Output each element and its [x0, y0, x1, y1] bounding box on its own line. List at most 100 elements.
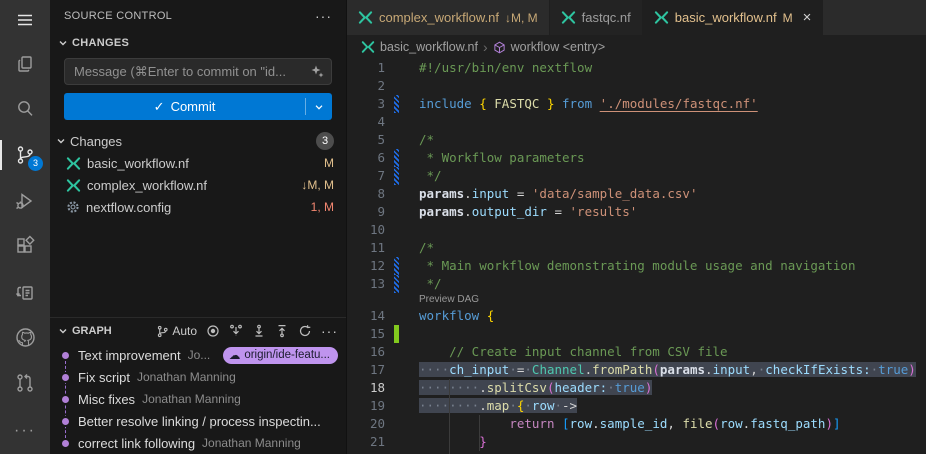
menu-icon[interactable] [0, 0, 50, 41]
code-line-11[interactable]: 11/* [347, 239, 926, 257]
line-number: 13 [347, 275, 385, 293]
code-line-20[interactable]: 20 return [row.sample_id, file(row.fastq… [347, 415, 926, 433]
sidebar-more-icon[interactable]: ··· [315, 8, 332, 24]
file-row-complex_workflow.nf[interactable]: complex_workflow.nf↓M, M [50, 174, 346, 196]
gutter [385, 131, 410, 149]
commit-dropdown-button[interactable] [306, 101, 332, 113]
tab-basic_workflow.nf[interactable]: basic_workflow.nfM× [643, 0, 824, 35]
refresh-icon[interactable] [298, 324, 312, 338]
activity-more-icon[interactable]: ··· [0, 408, 50, 454]
gutter [385, 149, 410, 167]
commit-button[interactable]: ✓ Commit [64, 93, 332, 120]
code-line-21[interactable]: 21 } [347, 433, 926, 451]
line-content: * Workflow parameters [410, 149, 585, 167]
indent-guide [449, 433, 450, 451]
code-line-5[interactable]: 5/* [347, 131, 926, 149]
tab-fastqc.nf[interactable]: fastqc.nf [550, 0, 643, 35]
indent-guide [449, 397, 450, 415]
code-line-3[interactable]: 3include { FASTQC } from './modules/fast… [347, 95, 926, 113]
changes-tree-header[interactable]: Changes 3 [50, 130, 346, 152]
explorer-icon[interactable] [0, 41, 50, 87]
changes-section-label: CHANGES [72, 37, 129, 49]
doc-sync-icon[interactable] [0, 269, 50, 315]
code-line-9[interactable]: 9params.output_dir = 'results' [347, 203, 926, 221]
git-status-badge: 1, M [311, 200, 334, 214]
code-line-8[interactable]: 8params.input = 'data/sample_data.csv' [347, 185, 926, 203]
sparkle-icon[interactable] [310, 64, 325, 79]
line-content: params.input = 'data/sample_data.csv' [410, 185, 697, 203]
file-row-nextflow.config[interactable]: nextflow.config1, M [50, 196, 346, 218]
gutter [385, 203, 410, 221]
gutter [385, 415, 410, 433]
code-line-13[interactable]: 13 */ [347, 275, 926, 293]
code-line-16[interactable]: 16 // Create input channel from CSV file [347, 343, 926, 361]
nextflow-icon [66, 156, 81, 171]
source-control-icon[interactable]: 3 [0, 132, 50, 178]
git-modified-indicator[interactable] [394, 275, 399, 293]
run-debug-icon[interactable] [0, 178, 50, 224]
close-icon[interactable]: × [803, 10, 812, 25]
gutter [385, 185, 410, 203]
branch-ref-badge[interactable]: ☁origin/ide-featu... [223, 347, 338, 364]
git-modified-indicator[interactable] [394, 149, 399, 167]
graph-section-header[interactable]: GRAPH Auto ··· [50, 318, 346, 344]
code-line-17[interactable]: 17····ch_input·=·Channel.fromPath(params… [347, 361, 926, 379]
code-line-2[interactable]: 2 [347, 77, 926, 95]
git-modified-indicator[interactable] [394, 257, 399, 275]
graph-auto-toggle[interactable]: Auto [156, 324, 197, 338]
commit-row[interactable]: Text improvementJo...☁origin/ide-featu..… [50, 344, 346, 366]
line-content: // Create input channel from CSV file [410, 343, 728, 361]
code-line-1[interactable]: 1#!/usr/bin/env nextflow [347, 59, 926, 77]
code-line-10[interactable]: 10 [347, 221, 926, 239]
code-line-6[interactable]: 6 * Workflow parameters [347, 149, 926, 167]
code-line-7[interactable]: 7 */ [347, 167, 926, 185]
line-content: /* [410, 239, 434, 257]
line-number: 9 [347, 203, 385, 221]
commit-message-input[interactable] [64, 58, 332, 85]
push-icon[interactable] [275, 324, 289, 338]
graph-more-icon[interactable]: ··· [321, 323, 338, 339]
gutter [385, 433, 410, 451]
changes-section-header[interactable]: CHANGES [50, 32, 346, 54]
git-modified-indicator[interactable] [394, 167, 399, 185]
gutter [385, 343, 410, 361]
file-row-basic_workflow.nf[interactable]: basic_workflow.nfM [50, 152, 346, 174]
breadcrumb-file[interactable]: basic_workflow.nf [361, 40, 478, 54]
code-line-4[interactable]: 4 [347, 113, 926, 131]
code-line-19[interactable]: 19········.map·{·row·-> [347, 397, 926, 415]
commit-row[interactable]: Misc fixesJonathan Manning [50, 388, 346, 410]
code-line-15[interactable]: 15 [347, 325, 926, 343]
tab-complex_workflow.nf[interactable]: complex_workflow.nf↓M, M [347, 0, 550, 35]
commit-row[interactable]: Better resolve linking / process inspect… [50, 410, 346, 432]
gutter [385, 307, 410, 325]
git-added-indicator[interactable] [394, 325, 399, 343]
nextflow-icon [561, 10, 576, 25]
extensions-icon[interactable] [0, 224, 50, 270]
code-line-12[interactable]: 12 * Main workflow demonstrating module … [347, 257, 926, 275]
commit-dot-icon [62, 440, 69, 447]
commit-graph-list: Text improvementJo...☁origin/ide-featu..… [50, 344, 346, 454]
code-line-18[interactable]: 18········.splitCsv(header:·true) [347, 379, 926, 397]
commit-row[interactable]: correct link followingJonathan Manning [50, 432, 346, 454]
commit-row[interactable]: Fix scriptJonathan Manning [50, 366, 346, 388]
line-number: 3 [347, 95, 385, 113]
pull-icon[interactable] [252, 324, 266, 338]
changed-files-list: basic_workflow.nfMcomplex_workflow.nf↓M,… [50, 152, 346, 218]
codelens-preview-dag[interactable]: Preview DAG [347, 293, 926, 307]
commit-dot-icon [62, 396, 69, 403]
code-line-14[interactable]: 14workflow { [347, 307, 926, 325]
git-modified-indicator[interactable] [394, 95, 399, 113]
search-icon[interactable] [0, 87, 50, 133]
breadcrumb: basic_workflow.nf › workflow <entry> [347, 35, 926, 59]
target-icon[interactable] [206, 324, 220, 338]
breadcrumb-symbol[interactable]: workflow <entry> [493, 40, 605, 54]
commit-message: Misc fixes [78, 392, 135, 407]
fetch-icon[interactable] [229, 324, 243, 338]
cloud-icon: ☁ [229, 348, 241, 362]
graph-section-label: GRAPH [72, 325, 154, 337]
github-icon[interactable] [0, 315, 50, 361]
code-editor[interactable]: 1#!/usr/bin/env nextflow23include { FAST… [347, 59, 926, 454]
line-number: 18 [347, 379, 385, 397]
pull-request-icon[interactable] [0, 361, 50, 407]
breadcrumb-separator: › [483, 39, 488, 55]
